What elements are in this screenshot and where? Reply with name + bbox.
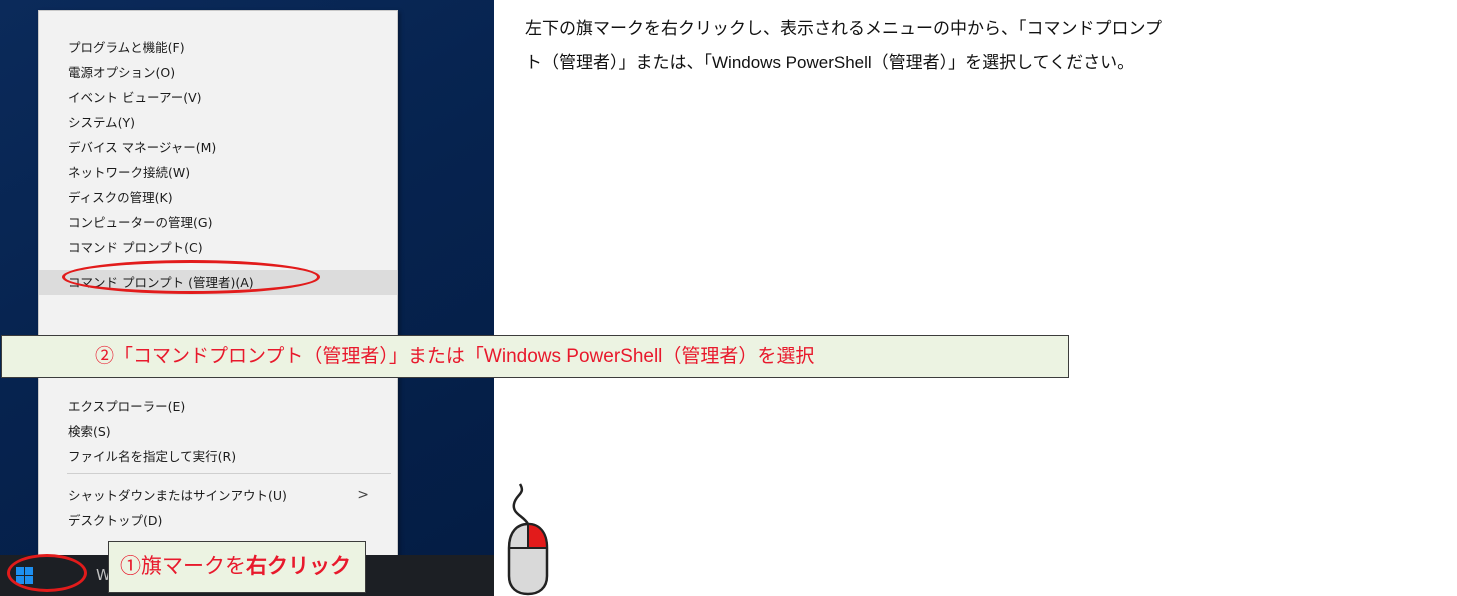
menu-item-computer-management[interactable]: コンピューターの管理(G) [39, 210, 397, 235]
menu-item-label: シャットダウンまたはサインアウト(U) [68, 488, 287, 503]
step2-callout-text: ②「コマンドプロンプト（管理者）」または「Windows PowerShell（… [95, 346, 815, 367]
menu-item-command-prompt[interactable]: コマンド プロンプト(C) [39, 235, 397, 260]
instruction-line-1: 左下の旗マークを右クリックし、表示されるメニューの中から、「コマンドプロンプ [525, 19, 1162, 38]
instruction-line-2: ト（管理者）」または、「Windows PowerShell（管理者）」を選択し… [525, 53, 1135, 72]
menu-item-shutdown-signout[interactable]: シャットダウンまたはサインアウト(U) > [39, 483, 397, 508]
mouse-right-click-icon [507, 483, 549, 596]
menu-item-event-viewer[interactable]: イベント ビューアー(V) [39, 85, 397, 110]
windows-desktop-screenshot: プログラムと機能(F) 電源オプション(O) イベント ビューアー(V) システ… [0, 0, 494, 596]
menu-item-device-manager[interactable]: デバイス マネージャー(M) [39, 135, 397, 160]
menu-item-run[interactable]: ファイル名を指定して実行(R) [39, 444, 397, 469]
step2-callout: ②「コマンドプロンプト（管理者）」または「Windows PowerShell（… [1, 335, 1069, 378]
chevron-right-icon: > [357, 487, 369, 503]
menu-item-explorer[interactable]: エクスプローラー(E) [39, 394, 397, 419]
menu-separator [67, 473, 391, 474]
step1-callout: ①旗マークを右クリック [108, 541, 366, 593]
menu-item-command-prompt-admin[interactable]: コマンド プロンプト (管理者)(A) [39, 270, 397, 295]
start-context-menu: プログラムと機能(F) 電源オプション(O) イベント ビューアー(V) システ… [38, 10, 398, 557]
menu-item-disk-management[interactable]: ディスクの管理(K) [39, 185, 397, 210]
menu-item-search[interactable]: 検索(S) [39, 419, 397, 444]
menu-item-network-connections[interactable]: ネットワーク接続(W) [39, 160, 397, 185]
menu-item-power-options[interactable]: 電源オプション(O) [39, 60, 397, 85]
menu-item-programs-features[interactable]: プログラムと機能(F) [39, 35, 397, 60]
step1-callout-text: ①旗マークを [120, 555, 246, 578]
menu-item-system[interactable]: システム(Y) [39, 110, 397, 135]
windows-logo-icon [16, 567, 33, 584]
menu-item-desktop[interactable]: デスクトップ(D) [39, 508, 397, 533]
start-button[interactable] [0, 555, 48, 596]
instruction-text: 左下の旗マークを右クリックし、表示されるメニューの中から、「コマンドプロンプ ト… [525, 12, 1425, 80]
step1-callout-emphasis: 右クリック [246, 555, 351, 578]
